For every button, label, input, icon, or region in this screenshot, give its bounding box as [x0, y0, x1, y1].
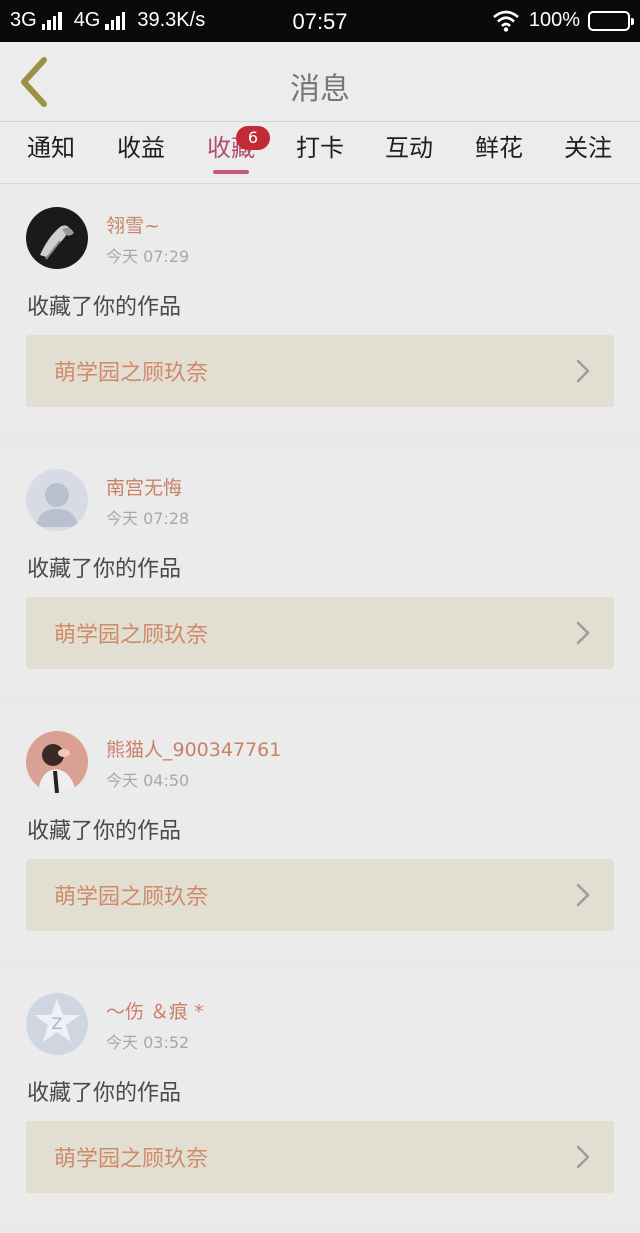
work-link[interactable]: 萌学园之顾玖奈: [26, 335, 614, 407]
tab-follow[interactable]: 关注: [543, 130, 633, 178]
chevron-right-icon: [576, 883, 590, 907]
work-title: 萌学园之顾玖奈: [54, 885, 209, 910]
timestamp: 今天 03:52: [106, 1033, 190, 1052]
message-card: Z ～伤 ＆痕 * 今天 03:52 收藏了你的作品 萌学园之顾玖奈: [0, 971, 640, 1219]
tab-earnings[interactable]: 收益: [96, 130, 186, 178]
svg-text:Z: Z: [52, 1014, 63, 1033]
username[interactable]: 翎雪~: [106, 211, 160, 238]
tab-label: 鲜花: [475, 134, 523, 162]
timestamp: 今天 07:29: [106, 247, 190, 266]
action-text: 收藏了你的作品: [27, 1081, 182, 1106]
action-text: 收藏了你的作品: [27, 295, 182, 320]
work-title: 萌学园之顾玖奈: [54, 623, 209, 648]
tab-label: 收益: [117, 134, 165, 162]
work-link[interactable]: 萌学园之顾玖奈: [26, 597, 614, 669]
work-link[interactable]: 萌学园之顾玖奈: [26, 1121, 614, 1193]
chevron-right-icon: [576, 621, 590, 645]
action-text: 收藏了你的作品: [27, 819, 182, 844]
chevron-right-icon: [576, 1145, 590, 1169]
battery-percent: 100%: [528, 9, 580, 31]
status-bar-right: 100%: [493, 9, 634, 32]
unread-badge: 6: [236, 126, 270, 150]
timestamp: 今天 04:50: [106, 771, 190, 790]
username[interactable]: 南宫无悔: [106, 473, 182, 500]
avatar[interactable]: [26, 731, 88, 793]
nav-bar: 消息: [0, 42, 640, 122]
message-card: 熊猫人_900347761 今天 04:50 收藏了你的作品 萌学园之顾玖奈: [0, 709, 640, 957]
message-card: 翎雪~ 今天 07:29 收藏了你的作品 萌学园之顾玖奈: [0, 185, 640, 433]
wifi-icon: [493, 10, 519, 32]
avatar[interactable]: [26, 469, 88, 531]
tab-notice[interactable]: 通知: [6, 130, 96, 178]
status-bar: 3G 4G 39.3K/s 07:57 100%: [0, 0, 640, 42]
action-text: 收藏了你的作品: [27, 557, 182, 582]
active-tab-indicator: [213, 170, 249, 174]
tab-label: 打卡: [296, 134, 344, 162]
work-title: 萌学园之顾玖奈: [54, 1147, 209, 1172]
work-title: 萌学园之顾玖奈: [54, 361, 209, 386]
chevron-right-icon: [576, 359, 590, 383]
tab-flowers[interactable]: 鲜花: [454, 130, 544, 178]
tab-favorites[interactable]: 收藏 6: [186, 126, 276, 178]
message-card: 南宫无悔 今天 07:28 收藏了你的作品 萌学园之顾玖奈: [0, 447, 640, 695]
tab-label: 互动: [385, 134, 433, 162]
page-title: 消息: [290, 72, 350, 107]
avatar[interactable]: Z: [26, 993, 88, 1055]
username[interactable]: 熊猫人_900347761: [106, 735, 281, 762]
tab-checkin[interactable]: 打卡: [275, 130, 365, 178]
tab-bar: 通知 收益 收藏 6 打卡 互动 鲜花 关注: [0, 122, 640, 184]
message-list: 翎雪~ 今天 07:29 收藏了你的作品 萌学园之顾玖奈 南宫无悔 今天 07:…: [0, 185, 640, 1233]
timestamp: 今天 07:28: [106, 509, 190, 528]
work-link[interactable]: 萌学园之顾玖奈: [26, 859, 614, 931]
battery-icon: [588, 10, 634, 31]
tab-label: 关注: [564, 134, 612, 162]
avatar[interactable]: [26, 207, 88, 269]
tab-label: 通知: [27, 134, 75, 162]
tab-interaction[interactable]: 互动: [364, 130, 454, 178]
username[interactable]: ～伤 ＆痕 *: [106, 997, 204, 1024]
